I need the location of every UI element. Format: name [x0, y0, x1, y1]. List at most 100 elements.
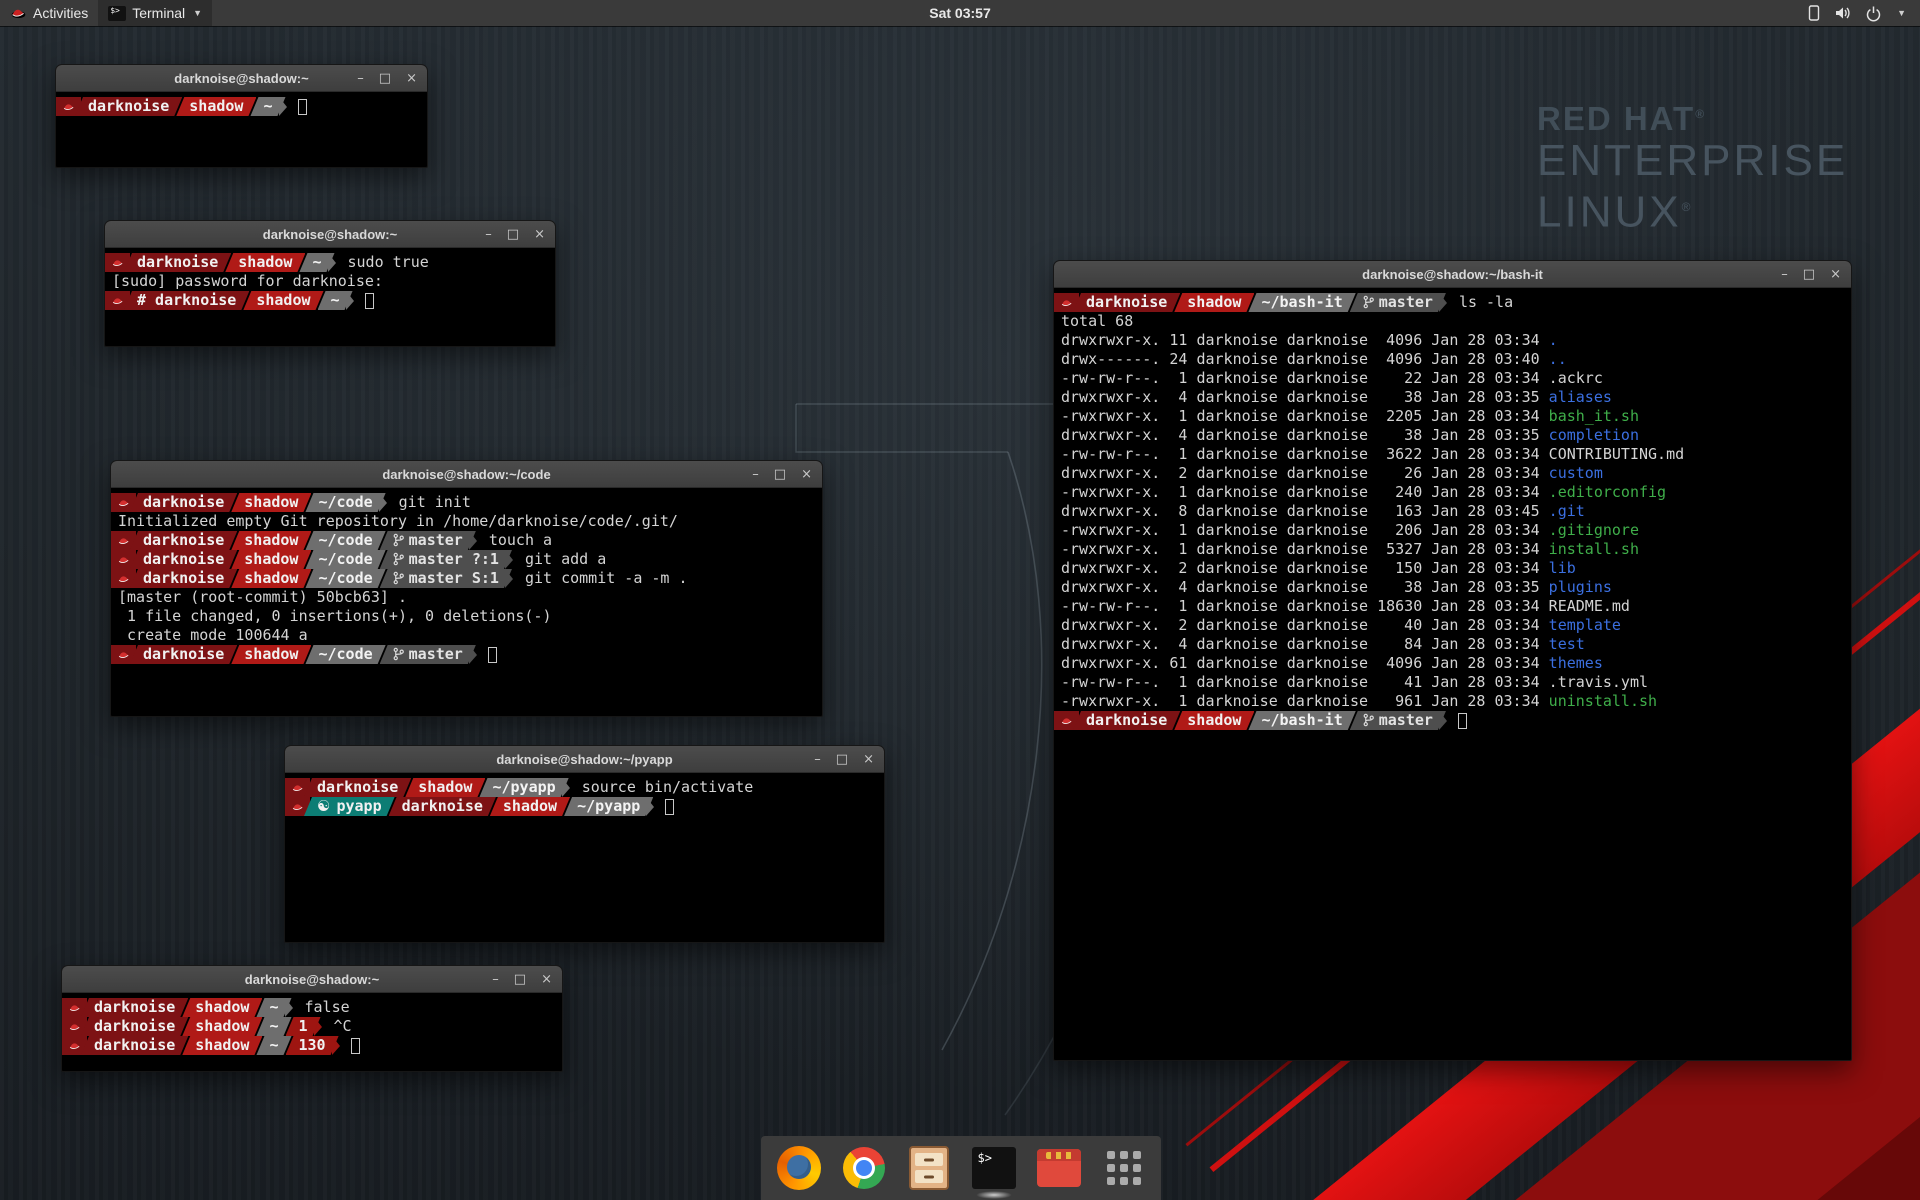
- minimize-button[interactable]: –: [1781, 268, 1788, 281]
- window-title: darknoise@shadow:~/pyapp: [496, 752, 672, 767]
- battery-icon: [1807, 4, 1821, 22]
- close-button[interactable]: ×: [801, 468, 812, 481]
- prompt-segment-git: master: [380, 645, 476, 664]
- terminal-content[interactable]: darknoiseshadow~falsedarknoiseshadow~1^C…: [62, 993, 562, 1072]
- command-text: false: [305, 998, 350, 1017]
- window-titlebar[interactable]: darknoise@shadow:~ – □ ×: [105, 221, 555, 248]
- minimize-button[interactable]: –: [752, 468, 759, 481]
- command-text: source bin/activate: [582, 778, 754, 797]
- app-menu-label: Terminal: [132, 5, 185, 21]
- command-text: ls -la: [1459, 293, 1513, 312]
- file-attributes: -rwxrwxr-x. 1 darknoise darknoise 5327 J…: [1061, 540, 1549, 558]
- close-button[interactable]: ×: [863, 753, 874, 766]
- clock[interactable]: Sat 03:57: [929, 5, 990, 21]
- maximize-button[interactable]: □: [514, 973, 526, 986]
- prompt-line: darknoiseshadow~/bash-itmaster: [1054, 711, 1851, 730]
- file-name: custom: [1549, 464, 1603, 482]
- command-text: sudo true: [348, 253, 429, 272]
- prompt-segment-host: shadow: [490, 797, 570, 816]
- file-listing-row: drwxrwxr-x. 11 darknoise darknoise 4096 …: [1054, 331, 1851, 350]
- file-name: lib: [1549, 559, 1576, 577]
- prompt-line: darknoiseshadow~1^C: [62, 1017, 562, 1036]
- window-controls: – □ ×: [485, 221, 545, 247]
- maximize-button[interactable]: □: [379, 72, 391, 85]
- maximize-button[interactable]: □: [507, 228, 519, 241]
- prompt-line: darknoiseshadow~/codegit init: [111, 493, 822, 512]
- terminal-content[interactable]: darknoiseshadow~/pyappsource bin/activat…: [285, 773, 884, 943]
- close-button[interactable]: ×: [541, 973, 552, 986]
- prompt-segment-user: darknoise: [81, 998, 188, 1017]
- file-attributes: drwxrwxr-x. 61 darknoise darknoise 4096 …: [1061, 654, 1549, 672]
- activities-button[interactable]: Activities: [0, 0, 98, 26]
- minimize-button[interactable]: –: [357, 72, 364, 85]
- prompt-segment-path: ~/code: [305, 645, 385, 664]
- prompt-segment-path: ~/code: [305, 493, 385, 512]
- terminal-icon: $>: [972, 1147, 1016, 1189]
- file-name: README.md: [1549, 597, 1630, 615]
- file-listing-row: drwxrwxr-x. 2 darknoise darknoise 150 Ja…: [1054, 559, 1851, 578]
- terminal-app-icon: $>: [108, 6, 126, 21]
- close-button[interactable]: ×: [1830, 268, 1841, 281]
- prompt-line: darknoiseshadow~/codemaster: [111, 645, 822, 664]
- terminal-content[interactable]: darknoiseshadow~sudo true[sudo] password…: [105, 248, 555, 347]
- window-titlebar[interactable]: darknoise@shadow:~/code–□×: [111, 461, 822, 488]
- app-menu-terminal[interactable]: $> Terminal ▼: [98, 0, 212, 26]
- prompt-line: darknoiseshadow~/codemastertouch a: [111, 531, 822, 550]
- prompt-segment-host: shadow: [231, 531, 311, 550]
- system-status-area[interactable]: ▼: [1807, 0, 1920, 26]
- terminal-content[interactable]: darknoiseshadow~: [56, 92, 427, 168]
- redhat-icon: [10, 7, 27, 19]
- prompt-segment-host: shadow: [231, 645, 311, 664]
- dock-item-app-grid[interactable]: [1101, 1145, 1147, 1191]
- prompt-segment-git: master S:1: [380, 569, 512, 588]
- file-attributes: -rw-rw-r--. 1 darknoise darknoise 3622 J…: [1061, 445, 1549, 463]
- prompt-segment-user: darknoise: [130, 493, 237, 512]
- file-name: bash_it.sh: [1549, 407, 1639, 425]
- window-titlebar[interactable]: darknoise@shadow:~–□×: [56, 65, 427, 92]
- window-titlebar[interactable]: darknoise@shadow:~–□×: [62, 966, 562, 993]
- dock-item-firefox[interactable]: [776, 1145, 822, 1191]
- close-button[interactable]: ×: [406, 72, 417, 85]
- dock-item-chrome[interactable]: [841, 1145, 887, 1191]
- window-controls: – □ ×: [752, 461, 812, 487]
- file-attributes: -rwxrwxr-x. 1 darknoise darknoise 240 Ja…: [1061, 483, 1549, 501]
- dock: $>: [761, 1136, 1161, 1200]
- terminal-content[interactable]: darknoiseshadow~/codegit initInitialized…: [111, 488, 822, 717]
- file-name: .ackrc: [1549, 369, 1603, 387]
- file-attributes: -rwxrwxr-x. 1 darknoise darknoise 961 Ja…: [1061, 692, 1549, 710]
- minimize-button[interactable]: –: [485, 228, 492, 241]
- dock-item-terminal[interactable]: $>: [971, 1145, 1017, 1191]
- file-listing-row: drwxrwxr-x. 61 darknoise darknoise 4096 …: [1054, 654, 1851, 673]
- dock-item-files[interactable]: [906, 1145, 952, 1191]
- prompt-line: ☯pyappdarknoiseshadow~/pyapp: [285, 797, 884, 816]
- file-listing-row: -rwxrwxr-x. 1 darknoise darknoise 2205 J…: [1054, 407, 1851, 426]
- files-icon: [909, 1146, 949, 1190]
- prompt-segment-user: darknoise: [1073, 711, 1180, 730]
- app-grid-icon: [1104, 1148, 1144, 1188]
- minimize-button[interactable]: –: [814, 753, 821, 766]
- output-line: [master (root-commit) 50bcb63] .: [111, 588, 822, 607]
- maximize-button[interactable]: □: [774, 468, 786, 481]
- maximize-button[interactable]: □: [836, 753, 848, 766]
- prompt-segment-exit: 130: [286, 1036, 339, 1055]
- minimize-button[interactable]: –: [492, 973, 499, 986]
- window-controls: – □ ×: [357, 65, 417, 91]
- file-name: uninstall.sh: [1549, 692, 1657, 710]
- maximize-button[interactable]: □: [1803, 268, 1815, 281]
- window-titlebar[interactable]: darknoise@shadow:~/bash-it–□×: [1054, 261, 1851, 288]
- file-listing-row: -rwxrwxr-x. 1 darknoise darknoise 240 Ja…: [1054, 483, 1851, 502]
- file-listing-row: -rw-rw-r--. 1 darknoise darknoise 18630 …: [1054, 597, 1851, 616]
- close-button[interactable]: ×: [534, 228, 545, 241]
- file-attributes: drwxrwxr-x. 2 darknoise darknoise 26 Jan…: [1061, 464, 1549, 482]
- terminal-content[interactable]: darknoiseshadow~/bash-itmasterls -latota…: [1054, 288, 1851, 1061]
- file-name: ..: [1549, 350, 1567, 368]
- prompt-segment-host: shadow: [1174, 293, 1254, 312]
- prompt-segment-host: shadow: [182, 1036, 262, 1055]
- file-name: template: [1549, 616, 1621, 634]
- file-name: .gitignore: [1549, 521, 1639, 539]
- prompt-line: darknoiseshadow~sudo true: [105, 253, 555, 272]
- prompt-segment-user: darknoise: [75, 97, 182, 116]
- dock-item-toolbox[interactable]: [1036, 1145, 1082, 1191]
- window-title: darknoise@shadow:~: [263, 227, 397, 242]
- window-titlebar[interactable]: darknoise@shadow:~/pyapp – □ ×: [285, 746, 884, 773]
